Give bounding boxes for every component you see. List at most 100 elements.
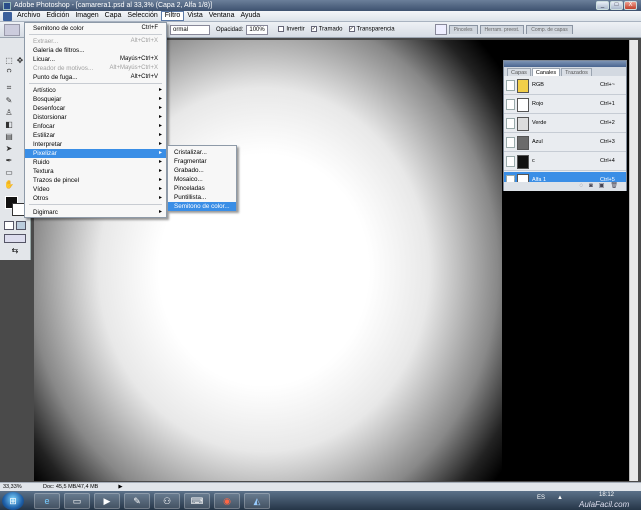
invertir-checkbox[interactable]: Invertir bbox=[278, 26, 305, 33]
network-taskbar-icon[interactable]: ⚇ bbox=[154, 492, 180, 509]
path-select-tool-icon[interactable]: ➤ bbox=[4, 144, 14, 153]
tab-trazados[interactable]: Trazados bbox=[561, 68, 592, 76]
load-selection-icon[interactable]: ◌ bbox=[580, 182, 584, 191]
tab-capas[interactable]: Capas bbox=[507, 68, 531, 76]
filter-menu-item[interactable]: Galería de filtros... bbox=[25, 46, 166, 55]
filter-menu-item[interactable]: Trazos de pincel ▸ bbox=[25, 176, 166, 185]
jump-to-imageready-icon[interactable]: ⇆ bbox=[4, 246, 26, 256]
tramado-checkbox[interactable]: ✓ Tramado bbox=[310, 26, 343, 33]
pixelizar-submenu-item[interactable]: Puntillista... bbox=[168, 193, 236, 202]
screen-mode-icon[interactable] bbox=[4, 234, 26, 243]
brush-tool-icon[interactable]: ✎ bbox=[4, 96, 14, 105]
channel-row[interactable]: RGB Ctrl+~ bbox=[504, 77, 626, 95]
new-channel-icon[interactable]: ▣ bbox=[599, 182, 605, 191]
status-arrow-icon[interactable]: ▶ bbox=[118, 483, 122, 491]
notes-tool-icon[interactable]: ▭ bbox=[4, 168, 14, 177]
palette-well-icon[interactable] bbox=[434, 24, 447, 35]
tab-pinceles[interactable]: Pinceles bbox=[448, 25, 478, 34]
stamp-tool-icon[interactable]: ♙ bbox=[4, 108, 14, 117]
filter-menu-item[interactable]: Extraer... Alt+Ctrl+X bbox=[25, 37, 166, 46]
pixelizar-submenu-item[interactable]: Mosaico... bbox=[168, 175, 236, 184]
trash-icon[interactable]: 🗑 bbox=[610, 182, 618, 191]
filter-menu-item[interactable]: Pixelizar ▸ bbox=[25, 149, 166, 158]
transparencia-checkbox[interactable]: ✓ Transparencia bbox=[348, 26, 395, 33]
visibility-eye-icon[interactable] bbox=[506, 118, 515, 129]
menu-ayuda[interactable]: Ayuda bbox=[237, 11, 263, 21]
gradient-tool-icon[interactable]: ▤ bbox=[4, 132, 14, 141]
filter-menu-item[interactable]: Desenfocar ▸ bbox=[25, 104, 166, 113]
channel-row[interactable]: Azul Ctrl+3 bbox=[504, 134, 626, 152]
photoshop-window: Adobe Photoshop - [camarera1.psd al 33,3… bbox=[0, 0, 641, 510]
crop-tool-icon[interactable]: ⌗ bbox=[4, 83, 14, 92]
keyboard-taskbar-icon[interactable]: ⌨ bbox=[184, 492, 210, 509]
explorer-taskbar-icon[interactable]: ▭ bbox=[64, 492, 90, 509]
visibility-eye-icon[interactable] bbox=[506, 137, 515, 148]
filter-menu-item[interactable]: Distorsionar ▸ bbox=[25, 113, 166, 122]
filter-menu-item[interactable]: Vídeo ▸ bbox=[25, 185, 166, 194]
close-button[interactable]: X bbox=[624, 1, 637, 10]
filter-menu-item[interactable]: Digimarc ▸ bbox=[25, 208, 166, 217]
visibility-eye-icon[interactable] bbox=[506, 80, 515, 91]
ie-taskbar-icon[interactable]: e bbox=[34, 492, 60, 509]
app-taskbar-icon[interactable]: ◭ bbox=[244, 492, 270, 509]
menu-imagen[interactable]: Imagen bbox=[72, 11, 101, 21]
tab-canales[interactable]: Canales bbox=[531, 68, 561, 76]
visibility-eye-icon[interactable] bbox=[506, 156, 515, 167]
pixelizar-submenu-item[interactable]: Cristalizar... bbox=[168, 148, 236, 157]
filter-menu-item[interactable]: Creador de motivos... Alt+Mayús+Ctrl+X bbox=[25, 64, 166, 73]
channel-row[interactable]: Rojo Ctrl+1 bbox=[504, 96, 626, 114]
clock[interactable]: 18:12 bbox=[599, 492, 614, 498]
tool-preset-icon[interactable] bbox=[4, 23, 20, 36]
minimize-button[interactable]: _ bbox=[596, 1, 609, 10]
filter-menu-item[interactable]: Licuar... Mayús+Ctrl+X bbox=[25, 55, 166, 64]
channel-row[interactable]: c Ctrl+4 bbox=[504, 153, 626, 171]
filter-menu-item[interactable]: Bosquejar ▸ bbox=[25, 95, 166, 104]
mode-select[interactable]: ormal bbox=[170, 24, 210, 35]
maximize-button[interactable]: □ bbox=[610, 1, 623, 10]
filter-menu-item[interactable]: Estilizar ▸ bbox=[25, 131, 166, 140]
filter-menu-item[interactable]: Otros ▸ bbox=[25, 194, 166, 203]
zoom-level[interactable]: 33,33% bbox=[3, 483, 29, 491]
chrome-taskbar-icon[interactable]: ◉ bbox=[214, 492, 240, 509]
filter-menu-item[interactable]: Interpretar ▸ bbox=[25, 140, 166, 149]
menu-filtro[interactable]: Filtro bbox=[160, 11, 185, 21]
marquee-tool-icon[interactable]: ⬚ bbox=[4, 56, 14, 65]
channel-row[interactable]: Verde Ctrl+2 bbox=[504, 115, 626, 133]
menu-vista[interactable]: Vista bbox=[184, 11, 205, 21]
save-selection-icon[interactable]: ◙ bbox=[589, 182, 593, 191]
media-player-taskbar-icon[interactable]: ▶ bbox=[94, 492, 120, 509]
tray-arrow-icon[interactable]: ▲ bbox=[557, 495, 563, 501]
menu-edicion[interactable]: Edición bbox=[43, 11, 72, 21]
opacity-input[interactable]: 100% bbox=[246, 24, 269, 35]
submenu-arrow-icon: ▸ bbox=[158, 177, 162, 183]
filter-menu-item[interactable]: Ruido ▸ bbox=[25, 158, 166, 167]
hand-tool-icon[interactable]: ✋ bbox=[4, 180, 14, 189]
filter-menu-item[interactable]: Semitono de color Ctrl+F bbox=[25, 24, 166, 33]
menu-bar: Archivo Edición Imagen Capa Selección Fi… bbox=[0, 11, 641, 22]
tab-comp-capas[interactable]: Comp. de capas bbox=[526, 25, 573, 34]
vertical-scrollbar[interactable] bbox=[629, 40, 638, 481]
app-menu-icon[interactable] bbox=[3, 12, 12, 21]
pixelizar-submenu-item[interactable]: Pinceladas bbox=[168, 184, 236, 193]
quickmask-mode-icon[interactable] bbox=[16, 221, 26, 230]
pixelizar-submenu-item[interactable]: Semitono de color... bbox=[168, 202, 236, 211]
lasso-tool-icon[interactable]: ᴒ bbox=[4, 66, 14, 75]
tab-herram-preest[interactable]: Herram. preest. bbox=[479, 25, 525, 34]
menu-capa[interactable]: Capa bbox=[102, 11, 125, 21]
visibility-eye-icon[interactable] bbox=[506, 99, 515, 110]
filter-menu-item[interactable]: Artístico ▸ bbox=[25, 86, 166, 95]
filter-menu-item[interactable]: Punto de fuga... Alt+Ctrl+V bbox=[25, 73, 166, 82]
language-indicator[interactable]: ES bbox=[537, 495, 545, 501]
pixelizar-submenu-item[interactable]: Fragmentar bbox=[168, 157, 236, 166]
start-button[interactable]: ⊞ bbox=[2, 491, 24, 510]
menu-seleccion[interactable]: Selección bbox=[124, 11, 160, 21]
filter-menu-item[interactable]: Enfocar ▸ bbox=[25, 122, 166, 131]
pen-tool-icon[interactable]: ✒ bbox=[4, 156, 14, 165]
pixelizar-submenu-item[interactable]: Grabado... bbox=[168, 166, 236, 175]
filter-menu-item[interactable]: Textura ▸ bbox=[25, 167, 166, 176]
eraser-tool-icon[interactable]: ◧ bbox=[4, 120, 14, 129]
menu-archivo[interactable]: Archivo bbox=[14, 11, 43, 21]
standard-mode-icon[interactable] bbox=[4, 221, 14, 230]
menu-ventana[interactable]: Ventana bbox=[206, 11, 238, 21]
paint-taskbar-icon[interactable]: ✎ bbox=[124, 492, 150, 509]
